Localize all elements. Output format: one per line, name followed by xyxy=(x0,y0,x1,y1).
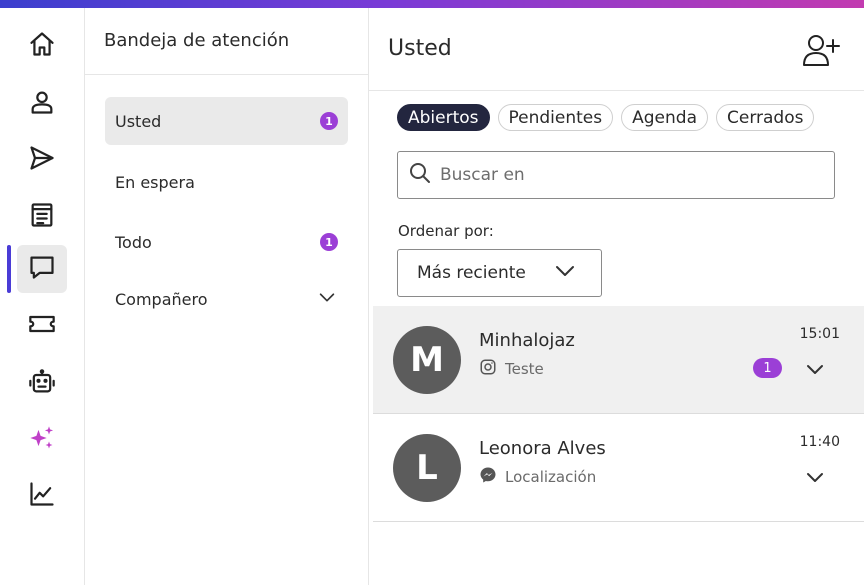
add-contact-button[interactable] xyxy=(801,32,841,68)
active-nav-indicator xyxy=(7,245,11,293)
chevron-down-icon[interactable] xyxy=(316,286,338,312)
tab-cerrados[interactable]: Cerrados xyxy=(716,104,815,131)
inbox-item-en-espera[interactable]: En espera xyxy=(105,158,348,206)
inbox-item-label: En espera xyxy=(115,172,195,192)
contact-name: Leonora Alves xyxy=(479,438,606,459)
count-badge: 1 xyxy=(320,233,338,251)
nav-ai[interactable] xyxy=(17,416,67,464)
top-gradient-bar xyxy=(0,0,864,8)
nav-bots[interactable] xyxy=(17,360,67,408)
chart-icon xyxy=(28,480,56,512)
instagram-icon xyxy=(479,358,497,380)
tab-pendientes[interactable]: Pendientes xyxy=(497,104,614,131)
inbox-item-companero[interactable]: Compañero xyxy=(105,275,348,323)
sparkles-icon xyxy=(28,424,56,456)
order-label: Ordenar por: xyxy=(398,222,494,240)
conversations-panel: Usted Abiertos Pendientes Agenda Cerrado… xyxy=(369,8,864,585)
inbox-item-label: Usted xyxy=(115,111,162,131)
nav-inbox[interactable] xyxy=(17,245,67,293)
avatar: L xyxy=(393,434,461,502)
conversation-time: 15:01 xyxy=(799,326,840,342)
ticket-icon xyxy=(28,310,56,342)
order-select[interactable]: Más reciente xyxy=(397,249,602,297)
avatar: M xyxy=(393,326,461,394)
user-icon xyxy=(28,88,56,120)
send-icon xyxy=(28,144,56,176)
tab-agenda[interactable]: Agenda xyxy=(621,104,708,131)
search-box xyxy=(397,151,835,199)
page-title: Usted xyxy=(388,36,452,61)
nav-tickets[interactable] xyxy=(17,302,67,350)
order-select-value: Más reciente xyxy=(417,263,526,283)
add-user-icon xyxy=(801,35,841,72)
nav-reports[interactable] xyxy=(17,472,67,520)
bot-icon xyxy=(28,368,56,400)
nav-templates[interactable] xyxy=(17,193,67,241)
status-tabs: Abiertos Pendientes Agenda Cerrados xyxy=(397,104,815,131)
conversation-preview: Localización xyxy=(479,466,596,488)
inbox-item-label: Todo xyxy=(115,232,152,252)
home-icon xyxy=(28,30,56,62)
tab-abiertos[interactable]: Abiertos xyxy=(397,104,490,131)
conversation-time: 11:40 xyxy=(799,434,840,450)
inbox-column: Bandeja de atención Usted 1 En espera To… xyxy=(85,8,369,585)
inbox-title: Bandeja de atención xyxy=(104,30,290,51)
document-icon xyxy=(28,201,56,233)
preview-text: Teste xyxy=(505,360,544,378)
count-badge: 1 xyxy=(320,112,338,130)
search-input[interactable] xyxy=(440,165,820,185)
icon-rail xyxy=(0,8,85,585)
nav-home[interactable] xyxy=(17,22,67,70)
unread-badge: 1 xyxy=(753,358,782,378)
conversation-preview: Teste xyxy=(479,358,544,380)
conversation-item[interactable]: L Leonora Alves Localización 11:40 xyxy=(373,414,864,522)
inbox-item-todo[interactable]: Todo 1 xyxy=(105,218,348,266)
inbox-item-label: Compañero xyxy=(115,289,208,309)
inbox-item-usted[interactable]: Usted 1 xyxy=(105,97,348,145)
divider xyxy=(369,90,864,91)
chevron-down-icon xyxy=(553,259,577,288)
search-icon xyxy=(408,161,432,189)
conversation-item[interactable]: M Minhalojaz Teste 15:01 1 xyxy=(373,306,864,414)
nav-campaigns[interactable] xyxy=(17,136,67,184)
divider xyxy=(85,74,369,75)
messenger-icon xyxy=(479,466,497,488)
nav-contacts[interactable] xyxy=(17,80,67,128)
chat-icon xyxy=(28,253,56,285)
preview-text: Localización xyxy=(505,468,597,486)
contact-name: Minhalojaz xyxy=(479,330,575,351)
